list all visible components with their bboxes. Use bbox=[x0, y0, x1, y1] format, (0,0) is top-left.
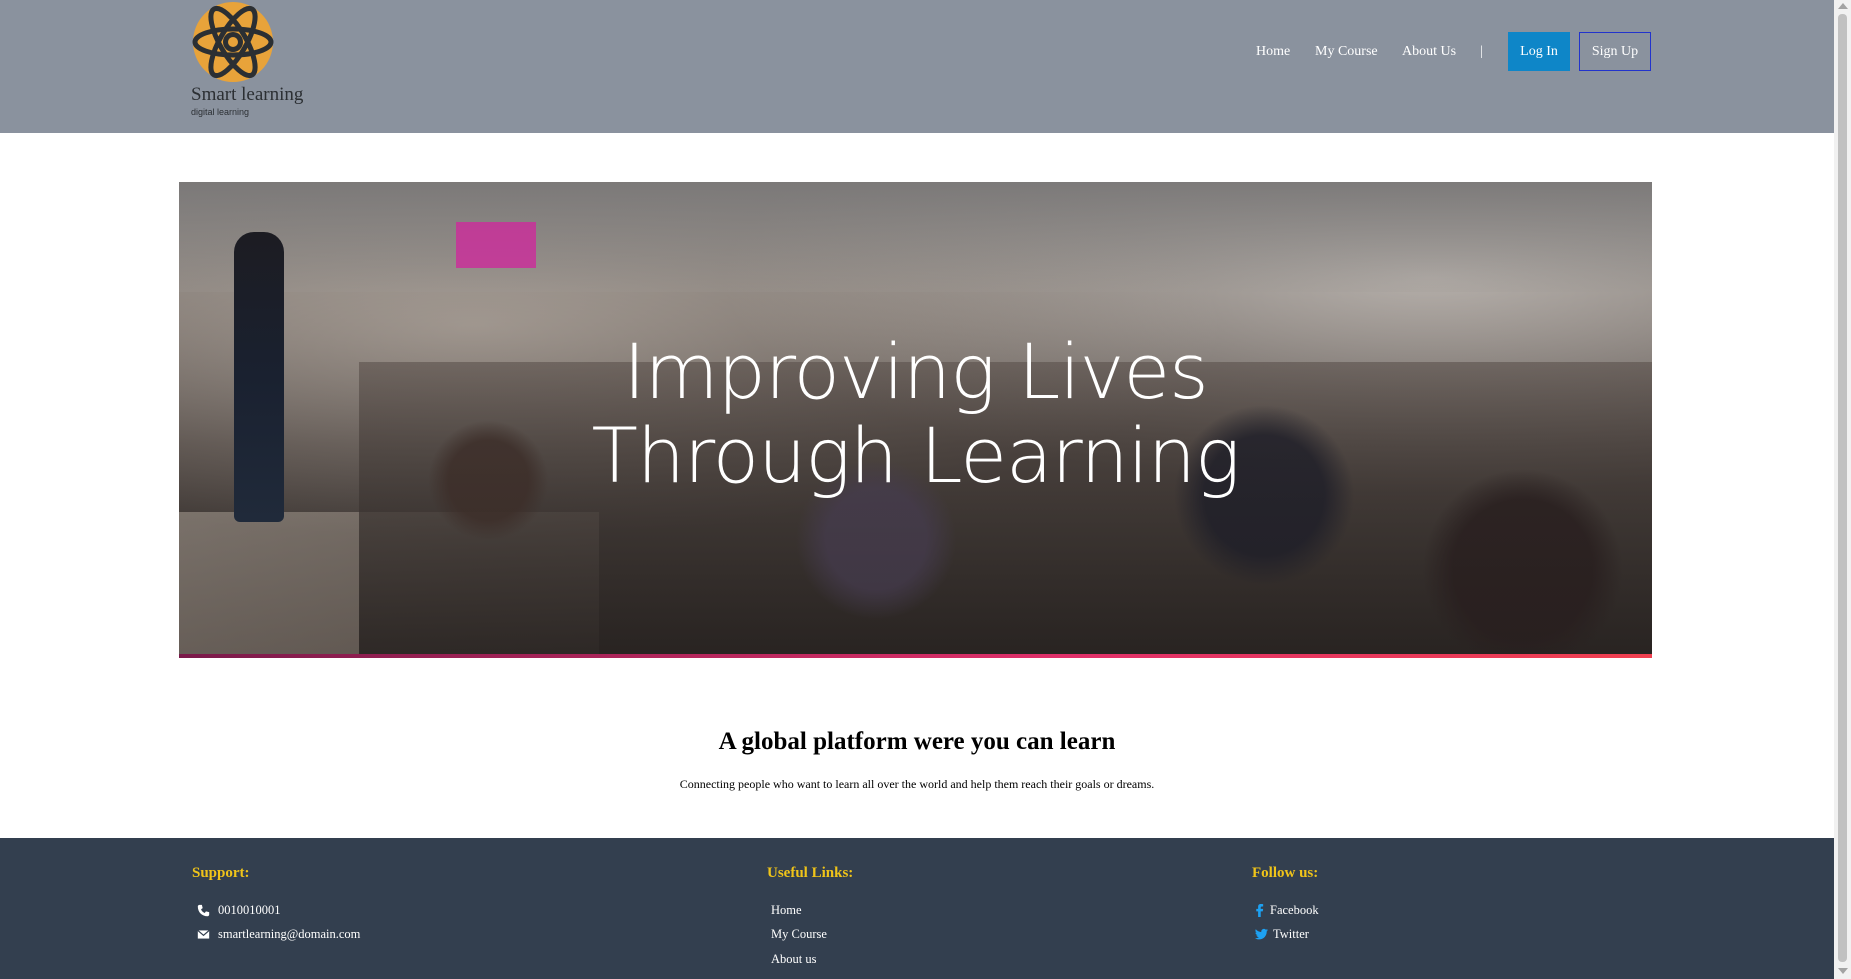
follow-heading: Follow us: bbox=[1252, 865, 1319, 881]
phone-icon bbox=[197, 904, 210, 917]
logo[interactable]: Smart learning digital learning bbox=[189, 0, 329, 120]
brand-tagline: digital learning bbox=[191, 107, 250, 117]
support-email-text: smartlearning@domain.com bbox=[218, 927, 361, 941]
hero-photo-ceiling bbox=[179, 182, 1652, 292]
twitter-icon bbox=[1255, 928, 1268, 940]
facebook-label: Facebook bbox=[1270, 903, 1319, 917]
scrollbar-thumb[interactable] bbox=[1838, 14, 1847, 962]
hero-title-line-1: Improving Lives bbox=[623, 327, 1209, 416]
atom-icon bbox=[192, 2, 274, 82]
signup-button[interactable]: Sign Up bbox=[1579, 32, 1651, 71]
site-header: Smart learning digital learning Home My … bbox=[0, 0, 1834, 133]
hero-banner: Improving Lives Through Learning bbox=[179, 182, 1652, 658]
support-phone: 0010010001 bbox=[197, 903, 281, 918]
footer-link-home[interactable]: Home bbox=[771, 903, 802, 918]
support-heading: Support: bbox=[192, 865, 250, 881]
facebook-link[interactable]: Facebook bbox=[1255, 903, 1319, 918]
scroll-up-arrow-icon[interactable] bbox=[1838, 3, 1848, 9]
hero-photo-screen bbox=[456, 222, 536, 268]
site-footer: Support: 0010010001 smartlearning@domain… bbox=[0, 838, 1834, 979]
page: Smart learning digital learning Home My … bbox=[0, 0, 1834, 979]
hero-title-line-2: Through Learning bbox=[591, 411, 1240, 500]
hero-accent-line bbox=[179, 654, 1652, 658]
useful-links-heading: Useful Links: bbox=[767, 865, 854, 881]
twitter-link[interactable]: Twitter bbox=[1255, 927, 1309, 942]
nav-my-course[interactable]: My Course bbox=[1315, 44, 1378, 60]
support-email[interactable]: smartlearning@domain.com bbox=[197, 927, 360, 942]
footer-link-my-course[interactable]: My Course bbox=[771, 927, 827, 942]
footer-link-about-us[interactable]: About us bbox=[771, 952, 817, 967]
nav-about-us[interactable]: About Us bbox=[1402, 44, 1456, 60]
intro-title: A global platform were you can learn bbox=[718, 728, 1116, 755]
nav-home[interactable]: Home bbox=[1256, 44, 1290, 60]
hero-title: Improving Lives Through Learning bbox=[179, 330, 1652, 498]
nav-separator: | bbox=[1480, 44, 1483, 59]
facebook-icon bbox=[1256, 904, 1264, 917]
vertical-scrollbar[interactable] bbox=[1834, 0, 1851, 979]
login-button[interactable]: Log In bbox=[1508, 32, 1570, 71]
envelope-icon bbox=[197, 929, 210, 939]
intro-text: Connecting people who want to learn all … bbox=[679, 777, 1155, 791]
scroll-down-arrow-icon[interactable] bbox=[1838, 968, 1848, 974]
twitter-label: Twitter bbox=[1273, 927, 1309, 941]
support-phone-text: 0010010001 bbox=[218, 903, 281, 917]
brand-name: Smart learning bbox=[191, 84, 304, 105]
